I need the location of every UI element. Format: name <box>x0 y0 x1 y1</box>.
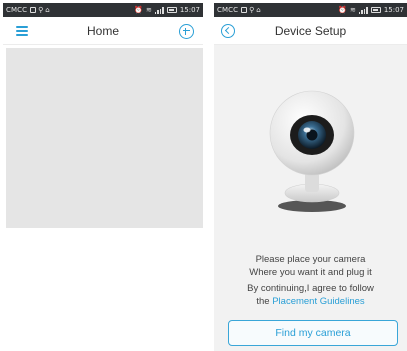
instruction-line-1: Please place your camera <box>255 254 366 265</box>
usb-icon: ⚲ <box>38 6 44 14</box>
alarm-icon: ⏰ <box>338 6 347 14</box>
agreement-line: By continuing,I agree to follow <box>247 283 374 294</box>
signal-icon <box>154 6 164 14</box>
setup-app-bar: Device Setup <box>214 17 407 45</box>
back-circle-icon <box>221 24 235 38</box>
page-title: Home <box>86 23 119 38</box>
status-time: 15:07 <box>383 6 404 14</box>
carrier-label: CMCC <box>217 6 239 14</box>
webcam-icon <box>269 90 355 212</box>
carrier-label: CMCC <box>6 6 28 14</box>
instruction-line-2: Where you want it and plug it <box>249 266 372 278</box>
notification-icon: ⌂ <box>256 6 261 14</box>
home-app-bar: Home <box>3 17 203 45</box>
wifi-icon: ≋ <box>145 6 152 14</box>
battery-icon <box>370 7 381 13</box>
add-device-button[interactable] <box>176 21 196 41</box>
page-title: Device Setup <box>274 23 347 38</box>
status-bar: CMCC ⚲ ⌂ ⏰ ≋ 15:07 <box>214 3 407 17</box>
placement-guidelines-link[interactable]: Placement Guidelines <box>272 296 364 307</box>
notification-icon: ⌂ <box>45 6 50 14</box>
usb-icon: ⚲ <box>249 6 255 14</box>
guidelines-line: the Placement Guidelines <box>214 296 407 309</box>
device-list-area <box>6 48 203 228</box>
menu-icon <box>16 26 28 36</box>
battery-icon <box>166 7 177 13</box>
device-setup-screen: CMCC ⚲ ⌂ ⏰ ≋ 15:07 Device Setup Please p… <box>214 3 407 351</box>
alarm-icon: ⏰ <box>134 6 143 14</box>
add-circle-icon <box>178 23 194 39</box>
signal-icon <box>358 6 368 14</box>
status-bar: CMCC ⚲ ⌂ ⏰ ≋ 15:07 <box>3 3 203 17</box>
sim-icon <box>241 7 248 13</box>
wifi-icon: ≋ <box>349 6 356 14</box>
guidelines-prefix: the <box>256 295 273 307</box>
status-time: 15:07 <box>179 6 200 14</box>
sim-icon <box>30 7 37 13</box>
home-screen: CMCC ⚲ ⌂ ⏰ ≋ 15:07 Home <box>3 3 203 351</box>
menu-button[interactable] <box>12 21 32 41</box>
back-button[interactable] <box>218 21 238 41</box>
find-my-camera-button[interactable]: Find my camera <box>228 320 398 346</box>
